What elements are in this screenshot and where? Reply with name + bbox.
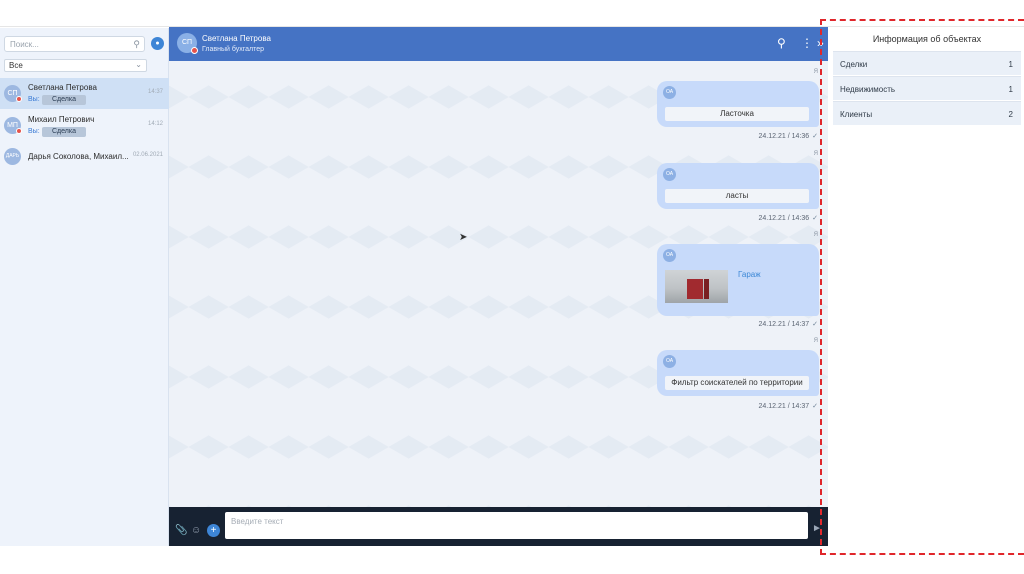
filter-select[interactable]: Все ⌄ bbox=[4, 59, 147, 72]
search-input[interactable]: Поиск... ⚲ bbox=[4, 36, 145, 52]
contact-name: Светлана Петрова bbox=[28, 83, 97, 92]
info-count: 1 bbox=[1008, 60, 1013, 69]
check-icon: ✓ bbox=[812, 403, 818, 410]
status-dot bbox=[16, 96, 22, 102]
info-label: Клиенты bbox=[840, 110, 873, 119]
contact-item[interactable]: ДАРЬ Дарья Соколова, Михаил... 02.06.202… bbox=[0, 141, 169, 172]
message-sender: Я bbox=[813, 338, 818, 344]
chevron-down-icon: ⌄ bbox=[135, 60, 142, 69]
message-sender: Я bbox=[813, 151, 818, 157]
info-row-real-estate[interactable]: Недвижимость 1 bbox=[833, 76, 1021, 100]
filter-value: Все bbox=[9, 61, 23, 70]
contact-sender: Вы: bbox=[28, 96, 40, 103]
add-button[interactable]: + bbox=[207, 524, 220, 537]
check-icon: ✓ bbox=[812, 321, 818, 328]
mouse-cursor-icon: ➤ bbox=[459, 232, 468, 243]
info-label: Сделки bbox=[840, 60, 868, 69]
avatar: ДАРЬ bbox=[4, 148, 21, 165]
check-icon: ✓ bbox=[812, 215, 818, 222]
avatar: СП bbox=[4, 85, 22, 102]
contact-tag: Сделка bbox=[42, 127, 86, 137]
conversation-sidebar: Поиск... ⚲ ● Все ⌄ СП Светлана Петрова 1… bbox=[0, 28, 169, 546]
status-dot bbox=[16, 128, 22, 134]
info-count: 2 bbox=[1008, 110, 1013, 119]
avatar: МП bbox=[4, 117, 22, 134]
object-link[interactable]: Гараж bbox=[738, 270, 761, 279]
object-info-panel: Информация об объектах Сделки 1 Недвижим… bbox=[833, 27, 1021, 127]
message-bubble[interactable]: ОА Фильтр соискателей по территории bbox=[657, 350, 819, 396]
avatar: ОА bbox=[663, 355, 676, 368]
contact-name: Дарья Соколова, Михаил... bbox=[28, 152, 129, 161]
chat-contact-role: Главный бухгалтер bbox=[202, 46, 264, 53]
contact-item[interactable]: СП Светлана Петрова 14:37 Вы: Сделка bbox=[0, 78, 169, 109]
message-time: 24.12.21 / 14:36 ✓ bbox=[758, 215, 818, 222]
avatar: ОА bbox=[663, 168, 676, 181]
message-text: Ласточка bbox=[665, 107, 809, 121]
avatar[interactable]: СП bbox=[177, 33, 198, 54]
message-sender: Я bbox=[813, 232, 818, 238]
new-chat-icon[interactable]: ● bbox=[151, 37, 164, 50]
search-icon[interactable]: ⚲ bbox=[777, 36, 786, 50]
attach-icon[interactable]: 📎 bbox=[175, 525, 187, 536]
contact-time: 14:12 bbox=[147, 121, 163, 127]
info-row-deals[interactable]: Сделки 1 bbox=[833, 51, 1021, 75]
emoji-icon[interactable]: ☺ bbox=[191, 525, 201, 536]
message-time: 24.12.21 / 14:36 ✓ bbox=[758, 133, 818, 140]
message-bubble[interactable]: ОА Гараж bbox=[657, 244, 819, 316]
message-text: ласты bbox=[665, 189, 809, 203]
info-row-clients[interactable]: Клиенты 2 bbox=[833, 101, 1021, 125]
message-sender: Я bbox=[813, 69, 818, 75]
chat-panel: СП Светлана Петрова Главный бухгалтер ⚲ … bbox=[169, 27, 828, 546]
search-icon[interactable]: ⚲ bbox=[133, 39, 140, 50]
check-icon: ✓ bbox=[812, 133, 818, 140]
message-text: Фильтр соискателей по территории bbox=[665, 376, 809, 390]
contact-tag: Сделка bbox=[42, 95, 86, 105]
status-dot bbox=[191, 47, 198, 54]
message-time: 24.12.21 / 14:37 ✓ bbox=[758, 403, 818, 410]
message-bubble[interactable]: ОА ласты bbox=[657, 163, 819, 209]
contact-name: Михаил Петрович bbox=[28, 115, 95, 124]
more-options-icon[interactable]: ⋮ bbox=[801, 36, 813, 50]
search-placeholder: Поиск... bbox=[10, 40, 39, 49]
info-count: 1 bbox=[1008, 85, 1013, 94]
chat-contact-name: Светлана Петрова bbox=[202, 34, 271, 43]
info-label: Недвижимость bbox=[840, 85, 896, 94]
message-bubble[interactable]: ОА Ласточка bbox=[657, 81, 819, 127]
contact-item[interactable]: МП Михаил Петрович 14:12 Вы: Сделка bbox=[0, 110, 169, 141]
panel-title: Информация об объектах bbox=[872, 34, 982, 44]
avatar: ОА bbox=[663, 249, 676, 262]
chat-header: СП Светлана Петрова Главный бухгалтер ⚲ … bbox=[169, 27, 828, 61]
message-input[interactable]: Введите текст bbox=[225, 512, 808, 539]
contact-time: 14:37 bbox=[147, 89, 163, 95]
contact-sender: Вы: bbox=[28, 128, 40, 135]
contact-time: 02.06.2021 bbox=[132, 152, 163, 158]
avatar: ОА bbox=[663, 86, 676, 99]
message-time: 24.12.21 / 14:37 ✓ bbox=[758, 321, 818, 328]
message-composer: 📎 ☺ + Введите текст ► bbox=[169, 507, 828, 546]
object-photo[interactable] bbox=[665, 270, 728, 303]
